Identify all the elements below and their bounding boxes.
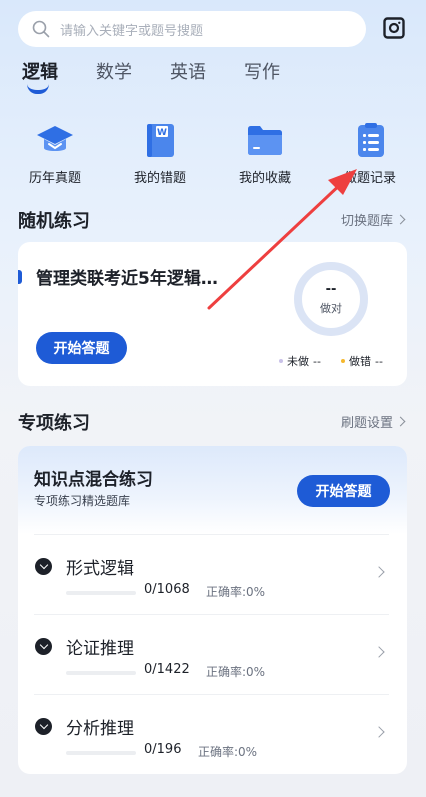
correct-value: -- [325, 281, 337, 297]
accuracy-prefix: 正确率: [206, 665, 247, 679]
switch-bank-link[interactable]: 切换题库 [340, 210, 406, 229]
category-name: 分析推理 [66, 719, 134, 739]
tab-writing[interactable]: 写作 [244, 58, 280, 84]
legend-undone-label: 未做 [287, 355, 309, 368]
mixed-practice-subtitle: 专项练习精选题库 [34, 494, 131, 508]
accuracy-text: 正确率:0% [206, 583, 265, 600]
search-input[interactable]: 请输入关键字或题号搜题 [60, 20, 203, 39]
accuracy-value: 0% [246, 665, 266, 679]
progress-bar [66, 751, 136, 755]
progress-count: 0/1422 [144, 662, 190, 677]
accuracy-value: 0% [238, 745, 258, 759]
progress-bar [66, 591, 136, 595]
divider [34, 694, 389, 695]
legend-undone: 未做 -- [279, 353, 321, 369]
graduation-cap-icon [37, 126, 73, 151]
question-bank-name[interactable]: 管理类联考近5年逻辑… [36, 264, 218, 289]
collapse-toggle-icon[interactable] [35, 638, 52, 655]
legend-dot [279, 359, 283, 363]
category-row-formal-logic[interactable]: 形式逻辑 0/1068 正确率:0% [18, 534, 407, 614]
quick-entry-wrong-questions[interactable]: W 我的错题 [115, 120, 205, 186]
tab-english[interactable]: 英语 [170, 58, 206, 84]
mixed-start-button[interactable]: 开始答题 [297, 475, 390, 507]
category-name: 论证推理 [66, 639, 134, 659]
collapse-toggle-icon[interactable] [35, 718, 52, 735]
quick-entry-label: 我的错题 [133, 171, 186, 186]
folder-icon [248, 126, 282, 155]
practice-settings-label: 刷题设置 [340, 416, 393, 431]
chevron-right-icon[interactable] [373, 646, 385, 658]
progress-count: 0/1068 [144, 582, 190, 597]
tab-logic[interactable]: 逻辑 [22, 58, 58, 84]
switch-bank-label: 切换题库 [340, 214, 393, 229]
accuracy-prefix: 正确率: [198, 745, 239, 759]
accuracy-value: 0% [246, 585, 266, 599]
mixed-practice-banner: 知识点混合练习 专项练习精选题库 开始答题 [18, 446, 407, 534]
chevron-right-icon [395, 416, 406, 427]
legend-wrong-label: 做错 [349, 355, 371, 368]
accuracy-prefix: 正确率: [206, 585, 247, 599]
random-practice-title: 随机练习 [18, 211, 90, 232]
quick-entry-label: 我的收藏 [238, 171, 291, 186]
quick-entry-label: 做题记录 [343, 171, 396, 186]
collapse-toggle-icon[interactable] [35, 558, 52, 575]
special-practice-title: 专项练习 [18, 413, 90, 434]
divider [34, 534, 389, 535]
record-list-icon [358, 123, 384, 157]
mixed-practice-title: 知识点混合练习 [34, 470, 153, 490]
quick-entry-practice-record[interactable]: 做题记录 [325, 120, 415, 186]
quick-entries: 历年真题 W 我的错题 我的收藏 做题记录 [0, 120, 426, 190]
search-icon [32, 20, 50, 38]
quick-entry-past-exams[interactable]: 历年真题 [10, 120, 100, 186]
chevron-right-icon[interactable] [373, 726, 385, 738]
category-row-argument-reasoning[interactable]: 论证推理 0/1422 正确率:0% [18, 614, 407, 694]
progress-count: 0/196 [144, 742, 182, 757]
legend-wrong: 做错 -- [341, 353, 383, 369]
practice-settings-link[interactable]: 刷题设置 [340, 412, 406, 431]
divider [34, 614, 389, 615]
category-row-analytical-reasoning[interactable]: 分析推理 0/196 正确率:0% [18, 694, 407, 774]
chevron-right-icon [395, 214, 406, 225]
search-bar[interactable]: 请输入关键字或题号搜题 [18, 11, 366, 47]
random-practice-card: 管理类联考近5年逻辑… 开始答题 -- 做对 未做 -- 做错 -- [18, 242, 407, 386]
tab-math[interactable]: 数学 [96, 58, 132, 84]
legend-dot [341, 359, 345, 363]
accuracy-text: 正确率:0% [206, 663, 265, 680]
chevron-right-icon[interactable] [373, 566, 385, 578]
legend-wrong-value: -- [375, 354, 383, 368]
svg-text:W: W [157, 128, 167, 138]
special-practice-card: 知识点混合练习 专项练习精选题库 开始答题 形式逻辑 0/1068 正确率:0%… [18, 446, 407, 774]
notebook-icon: W [147, 124, 174, 157]
start-answering-button[interactable]: 开始答题 [36, 332, 127, 364]
progress-bar [66, 671, 136, 675]
correct-ring: -- 做对 [294, 262, 368, 336]
bank-marker [18, 270, 22, 284]
quick-entry-favorites[interactable]: 我的收藏 [220, 120, 310, 186]
accuracy-text: 正确率:0% [198, 743, 257, 760]
legend-undone-value: -- [313, 354, 321, 368]
scan-icon[interactable] [383, 17, 405, 39]
category-name: 形式逻辑 [66, 559, 134, 579]
correct-label: 做对 [320, 301, 342, 315]
active-tab-indicator [27, 84, 49, 94]
quick-entry-label: 历年真题 [28, 171, 81, 186]
subject-tabs: 逻辑 数学 英语 写作 [22, 58, 318, 84]
